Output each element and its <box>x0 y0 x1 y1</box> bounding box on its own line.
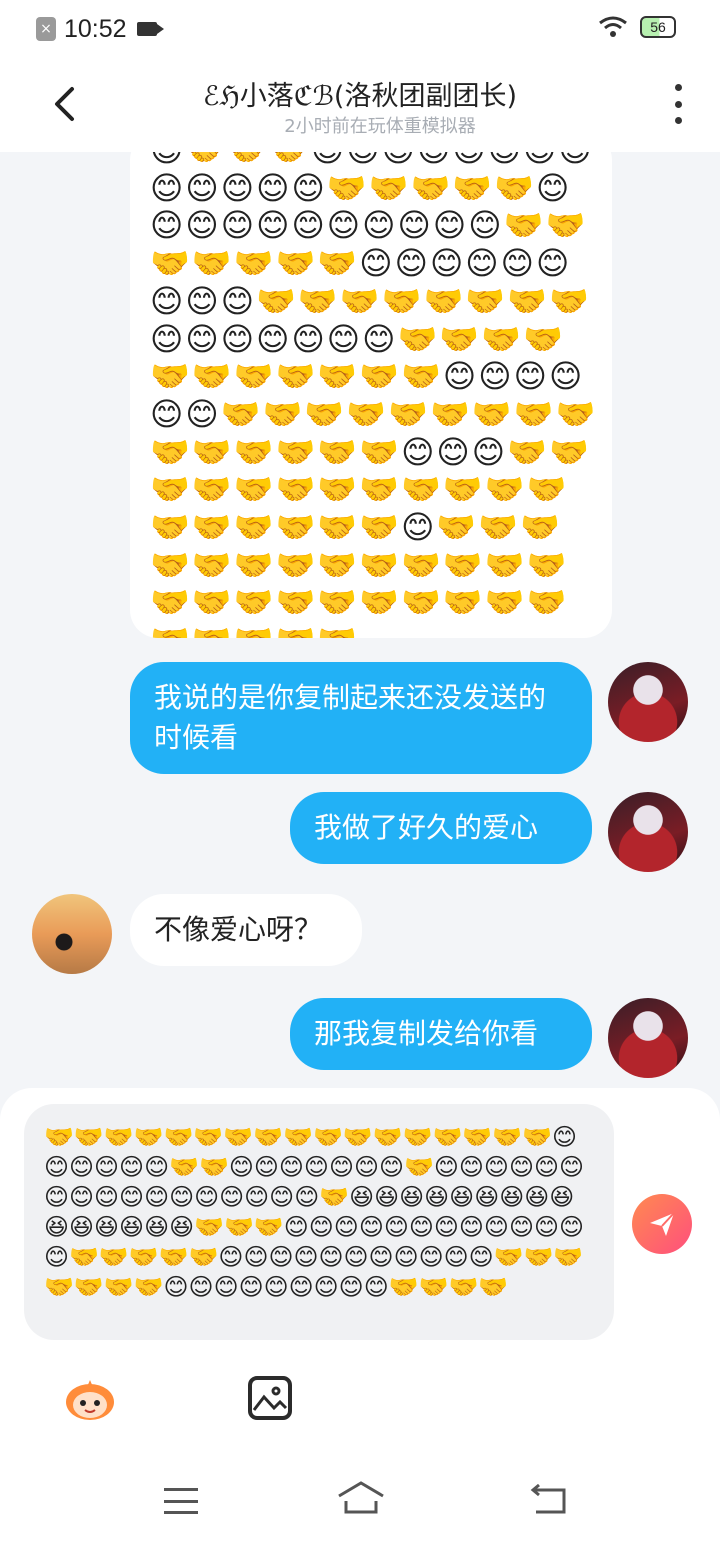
chat-title: ℰℌ小落ℭℬ(洛秋团副团长) <box>203 81 517 112</box>
paper-plane-icon <box>650 1212 675 1236</box>
message-input[interactable]: 🤝🤝🤝🤝🤝🤝🤝🤝🤝🤝🤝🤝🤝🤝🤝🤝🤝😊😊😊😊😊😊🤝🤝😊😊😊😊😊😊😊🤝😊😊😊😊😊😊😊… <box>24 1104 614 1340</box>
system-back-button[interactable] <box>528 1483 568 1518</box>
more-vertical-icon <box>674 84 682 91</box>
status-bar: × 10:52 56 <box>0 0 720 58</box>
message-text: 😊🤝🤝🤝😊😊😊😊😊😊😊😊😊😊😊😊😊🤝🤝🤝🤝🤝😊😊😊😊😊😊😊😊😊😊😊🤝🤝🤝🤝🤝🤝🤝… <box>150 152 598 638</box>
contact-avatar[interactable] <box>32 894 112 974</box>
outgoing-message[interactable]: 那我复制发给你看 <box>290 998 592 1070</box>
wifi-icon <box>599 16 627 37</box>
home-icon <box>338 1481 384 1514</box>
chat-subtitle: 2小时前在玩体重模拟器 <box>284 116 476 137</box>
mascot-emoji-icon <box>66 1380 114 1420</box>
recent-apps-button[interactable] <box>164 1488 198 1514</box>
more-options-button[interactable] <box>670 84 686 124</box>
notification-icon: × <box>36 17 56 41</box>
chat-messages[interactable]: 😊🤝🤝🤝😊😊😊😊😊😊😊😊😊😊😊😊😊🤝🤝🤝🤝🤝😊😊😊😊😊😊😊😊😊😊😊🤝🤝🤝🤝🤝🤝🤝… <box>0 152 720 1088</box>
video-icon <box>136 22 164 36</box>
system-nav-bar <box>0 1460 720 1544</box>
status-time: 10:52 <box>64 14 127 43</box>
my-avatar[interactable] <box>608 662 688 742</box>
image-button[interactable] <box>248 1376 292 1420</box>
message-input-value: 🤝🤝🤝🤝🤝🤝🤝🤝🤝🤝🤝🤝🤝🤝🤝🤝🤝😊😊😊😊😊😊🤝🤝😊😊😊😊😊😊😊🤝😊😊😊😊😊😊😊… <box>44 1123 584 1301</box>
emoji-button[interactable] <box>62 1374 118 1422</box>
incoming-emoji-message[interactable]: 😊🤝🤝🤝😊😊😊😊😊😊😊😊😊😊😊😊😊🤝🤝🤝🤝🤝😊😊😊😊😊😊😊😊😊😊😊🤝🤝🤝🤝🤝🤝🤝… <box>130 152 612 638</box>
my-avatar[interactable] <box>608 998 688 1078</box>
chat-header: ℰℌ小落ℭℬ(洛秋团副团长) 2小时前在玩体重模拟器 <box>0 58 720 152</box>
incoming-message[interactable]: 不像爱心呀？ <box>130 894 362 966</box>
battery-icon: 56 <box>640 16 676 38</box>
return-icon <box>530 1483 566 1514</box>
outgoing-message[interactable]: 我做了好久的爱心 <box>290 792 592 864</box>
send-button[interactable] <box>632 1194 692 1254</box>
home-button[interactable] <box>336 1480 386 1520</box>
my-avatar[interactable] <box>608 792 688 872</box>
image-icon <box>252 1386 288 1411</box>
outgoing-message[interactable]: 我说的是你复制起来还没发送的时候看 <box>130 662 592 774</box>
